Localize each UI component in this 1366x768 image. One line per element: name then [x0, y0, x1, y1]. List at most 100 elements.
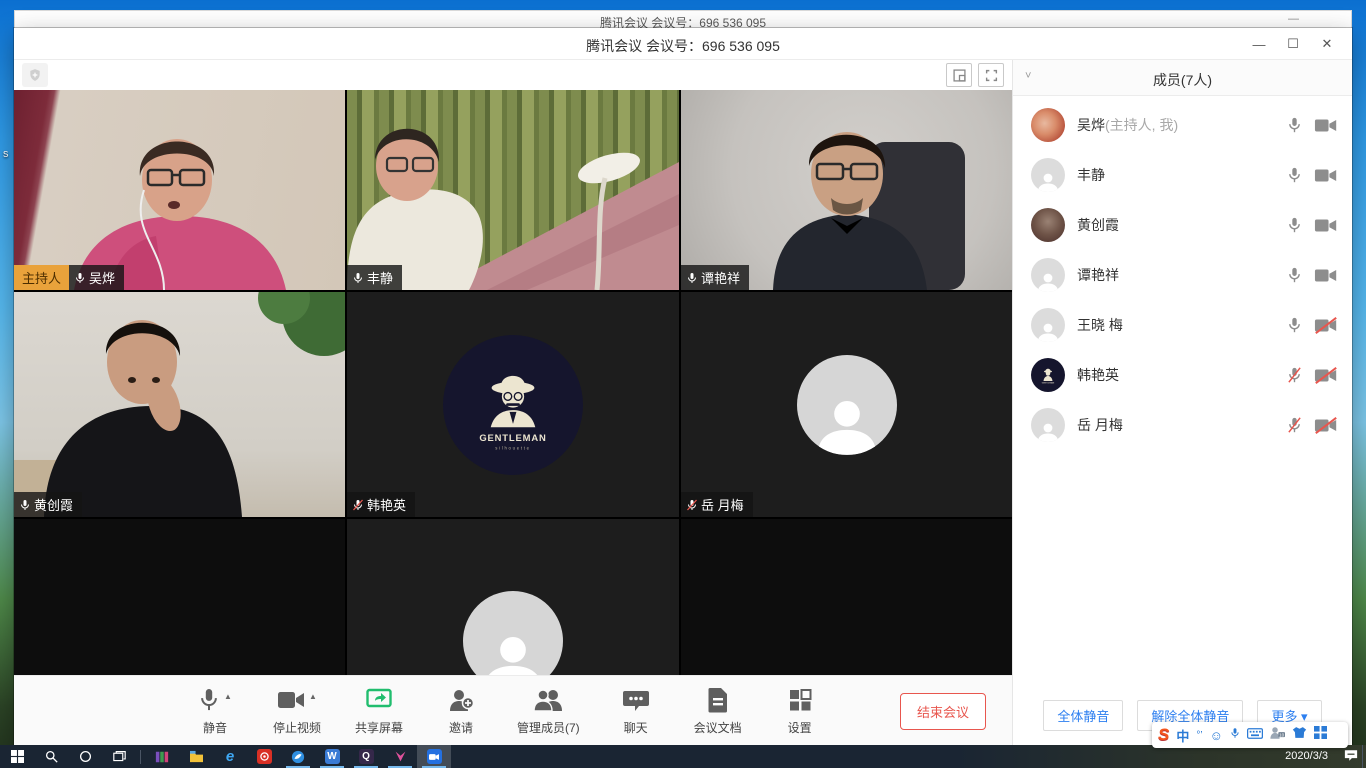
background-window[interactable]: 腾讯会议 会议号：696 536 095 — [14, 10, 1352, 30]
windows-taskbar: e W Q 2020/3/3 [0, 745, 1366, 768]
manage-members-button[interactable]: 管理成员(7) [517, 684, 580, 736]
member-name: 吴烨 [1077, 117, 1105, 133]
soft-keyboard-icon[interactable] [1247, 726, 1263, 744]
file-explorer-icon[interactable] [179, 745, 213, 768]
edge-browser-icon[interactable]: e [213, 745, 247, 768]
settings-button[interactable]: 设置 [774, 684, 826, 736]
mute-all-button[interactable]: 全体静音 [1043, 700, 1123, 731]
video-tile-hanyanying[interactable]: GENTLEMAN silhouette 韩艳英 [347, 292, 679, 517]
member-row-tanyanxiang[interactable]: 谭艳祥 [1013, 250, 1352, 300]
sogou-input-toolbar[interactable]: S 中 °’ ☺ 10 [1152, 722, 1348, 748]
chat-button[interactable]: 聊天 [610, 684, 662, 736]
tile-name-label: 主持人 吴烨 [14, 265, 124, 290]
avatar [1031, 408, 1065, 442]
video-tile-empty-left[interactable] [14, 519, 345, 675]
participant-name: 丰静 [367, 268, 393, 287]
start-button[interactable] [0, 745, 34, 768]
mic-options-caret[interactable]: ▲ [224, 692, 232, 701]
input-language-chinese[interactable]: 中 [1176, 726, 1189, 745]
svg-text:GENTLEMAN: GENTLEMAN [1042, 382, 1055, 385]
punctuation-icon[interactable]: °’ [1196, 730, 1202, 741]
video-tile-yueyuemei[interactable]: 岳 月梅 [681, 292, 1012, 517]
v-app-icon[interactable] [383, 745, 417, 768]
participant-video-illustration [14, 292, 345, 517]
video-tile-wuye[interactable]: 主持人 吴烨 [14, 90, 345, 290]
emoji-icon[interactable]: ☺ [1210, 728, 1223, 743]
participant-video-illustration [681, 90, 1012, 290]
member-row-wuye[interactable]: 吴烨(主持人, 我) [1013, 100, 1352, 150]
mic-on-icon [686, 272, 698, 284]
video-tile-huangchuangxia[interactable]: 黄创霞 [14, 292, 345, 517]
taskbar-divider [140, 750, 141, 764]
video-options-caret[interactable]: ▲ [309, 692, 317, 701]
video-tile-wangxiaomei[interactable] [347, 519, 679, 675]
svg-text:GENTLEMAN: GENTLEMAN [479, 432, 546, 443]
video-tile-tanyanxiang[interactable]: 谭艳祥 [681, 90, 1012, 290]
tencent-meeting-taskbar-icon[interactable] [417, 745, 451, 768]
show-desktop-strip[interactable] [1362, 745, 1366, 768]
video-tile-empty-right[interactable] [681, 519, 1012, 675]
camera-status-icon[interactable] [1314, 417, 1338, 434]
cortana-icon[interactable] [68, 745, 102, 768]
sogou-logo-icon[interactable]: S [1158, 725, 1169, 745]
close-button[interactable]: ✕ [1310, 28, 1344, 60]
mic-status-icon[interactable] [1287, 115, 1302, 135]
document-icon [707, 687, 729, 713]
member-name: 王晓 梅 [1077, 317, 1123, 333]
camera-status-icon[interactable] [1314, 117, 1338, 134]
end-meeting-button[interactable]: 结束会议 [900, 693, 986, 730]
invite-button[interactable]: 邀请 [435, 684, 487, 736]
layout-switch-icon[interactable] [946, 63, 972, 87]
member-row-fengjing[interactable]: 丰静 [1013, 150, 1352, 200]
video-tile-fengjing[interactable]: 丰静 [347, 90, 679, 290]
skin-tshirt-icon[interactable] [1292, 726, 1307, 744]
avatar [1031, 258, 1065, 292]
taskbar-date[interactable]: 2020/3/3 [1285, 750, 1328, 762]
wps-writer-icon[interactable]: W [315, 745, 349, 768]
camera-status-icon[interactable] [1314, 367, 1338, 384]
mic-status-icon[interactable] [1287, 165, 1302, 185]
voice-input-icon[interactable] [1230, 726, 1240, 745]
mic-status-icon[interactable] [1287, 265, 1302, 285]
avatar [1031, 308, 1065, 342]
meeting-window: 腾讯会议 会议号：696 536 095 — ☐ ✕ [14, 28, 1352, 745]
participant-video-illustration [14, 90, 345, 290]
participant-name: 黄创霞 [34, 495, 73, 514]
desktop-icon-label[interactable]: s [3, 148, 9, 160]
browser-app-icon[interactable] [281, 745, 315, 768]
member-row-huangchuangxia[interactable]: 黄创霞 [1013, 200, 1352, 250]
member-name: 丰静 [1077, 167, 1105, 183]
participant-name: 谭艳祥 [701, 268, 740, 287]
mic-status-icon[interactable] [1287, 415, 1302, 435]
winrar-icon[interactable] [145, 745, 179, 768]
minimize-button[interactable]: — [1242, 28, 1276, 60]
mute-button[interactable]: ▲ 静音 [189, 684, 241, 736]
member-row-wangxiaomei[interactable]: 王晓 梅 [1013, 300, 1352, 350]
stop-video-button[interactable]: ▲ 停止视频 [271, 684, 323, 736]
mic-status-icon[interactable] [1287, 365, 1302, 385]
search-icon[interactable] [34, 745, 68, 768]
fullscreen-icon[interactable] [978, 63, 1004, 87]
default-avatar [797, 355, 897, 455]
q-app-icon[interactable]: Q [349, 745, 383, 768]
red-app-icon[interactable] [247, 745, 281, 768]
camera-status-icon[interactable] [1314, 217, 1338, 234]
level-badge-icon[interactable]: 10 [1270, 726, 1285, 744]
members-panel: ˅ 成员(7人) 吴烨(主持人, 我) 丰静 [1012, 60, 1352, 745]
meeting-docs-button[interactable]: 会议文档 [692, 684, 744, 736]
share-screen-button[interactable]: 共享屏幕 [353, 684, 405, 736]
meeting-security-icon[interactable] [22, 63, 48, 87]
toolbox-grid-icon[interactable] [1314, 726, 1327, 744]
camera-status-icon[interactable] [1314, 317, 1338, 334]
member-row-hanyanying[interactable]: GENTLEMAN 韩艳英 [1013, 350, 1352, 400]
camera-status-icon[interactable] [1314, 167, 1338, 184]
task-view-icon[interactable] [102, 745, 136, 768]
mic-status-icon[interactable] [1287, 215, 1302, 235]
camera-status-icon[interactable] [1314, 267, 1338, 284]
notification-center-icon[interactable] [1344, 749, 1358, 767]
mic-status-icon[interactable] [1287, 315, 1302, 335]
member-row-yueyuemei[interactable]: 岳 月梅 [1013, 400, 1352, 450]
mic-on-icon [19, 499, 31, 511]
maximize-button[interactable]: ☐ [1276, 28, 1310, 60]
mic-on-icon [352, 272, 364, 284]
